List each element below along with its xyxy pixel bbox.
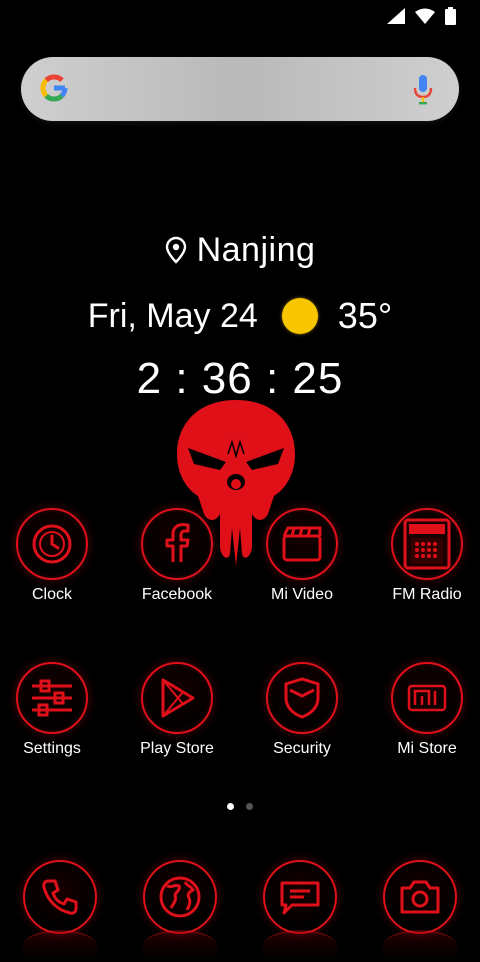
app-label: Clock [31, 586, 72, 603]
app-mi-store[interactable]: Mi Store [367, 662, 480, 758]
sun-icon [281, 298, 318, 334]
page-dot-2[interactable] [246, 803, 253, 810]
app-label: Security [273, 740, 331, 757]
location-row[interactable]: Nanjing [0, 228, 480, 272]
dock-messages[interactable] [263, 860, 337, 934]
mic-icon[interactable] [413, 75, 433, 105]
app-label: FM Radio [392, 586, 462, 603]
play-store-icon [141, 662, 213, 734]
app-facebook[interactable]: Facebook [117, 508, 237, 604]
date-row: Fri, May 24 35° [0, 292, 480, 340]
sliders-icon [16, 662, 88, 734]
shield-icon [266, 662, 338, 734]
clapper-icon [266, 508, 338, 580]
dock-phone[interactable] [23, 860, 97, 934]
dock-camera[interactable] [383, 860, 457, 934]
clock-icon [16, 508, 88, 580]
facebook-icon [141, 508, 213, 580]
app-fm-radio[interactable]: FM Radio [367, 508, 480, 604]
app-label: Mi Video [271, 586, 333, 603]
app-mi-video[interactable]: Mi Video [242, 508, 362, 604]
search-bar[interactable] [21, 57, 459, 121]
dock-reflection [263, 930, 337, 962]
location-name: Nanjing [196, 230, 316, 269]
phone-icon [23, 860, 97, 934]
camera-icon [383, 860, 457, 934]
app-label: Mi Store [397, 740, 457, 757]
battery-icon [445, 7, 456, 25]
radio-icon [391, 508, 463, 580]
globe-icon [143, 860, 217, 934]
weather-clock-widget[interactable]: Nanjing Fri, May 24 35° 2 : 36 : 25 [0, 228, 480, 404]
page-dot-1[interactable] [227, 803, 234, 810]
mi-logo-icon [391, 662, 463, 734]
signal-icon [387, 8, 405, 24]
app-label: Settings [23, 740, 81, 757]
status-bar [387, 6, 456, 26]
temperature: 35° [337, 295, 393, 336]
dock-browser[interactable] [143, 860, 217, 934]
app-security[interactable]: Security [242, 662, 362, 758]
date-text: Fri, May 24 [87, 296, 258, 335]
wifi-icon [415, 8, 435, 24]
message-icon [263, 860, 337, 934]
app-play-store[interactable]: Play Store [117, 662, 237, 758]
page-indicator[interactable] [0, 803, 480, 810]
dock-reflection [383, 930, 457, 962]
app-label: Play Store [140, 740, 214, 757]
dock-reflection [143, 930, 217, 962]
app-settings[interactable]: Settings [0, 662, 112, 758]
google-logo [40, 74, 68, 102]
app-label: Facebook [141, 586, 213, 603]
dock-reflection [23, 930, 97, 962]
app-clock[interactable]: Clock [0, 508, 112, 604]
location-pin-icon [165, 236, 186, 264]
